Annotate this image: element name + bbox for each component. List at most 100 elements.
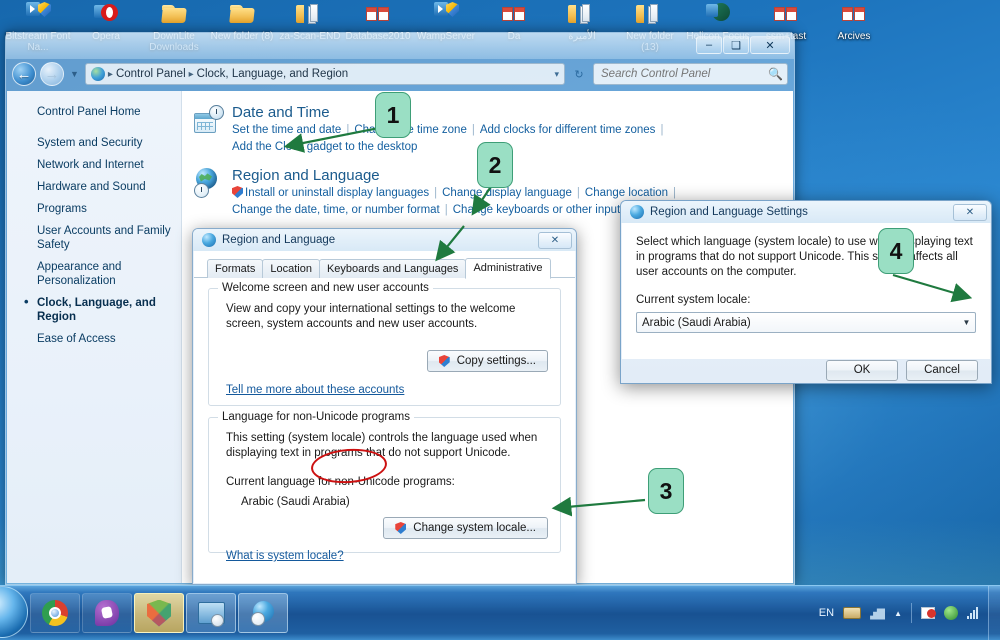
tab-keyboards-and-languages[interactable]: Keyboards and Languages bbox=[318, 259, 467, 278]
forward-button[interactable]: → bbox=[40, 62, 64, 86]
desktop-icon-arcives[interactable]: Arcives bbox=[820, 0, 888, 53]
helicon-shortcut-icon bbox=[684, 1, 752, 31]
change-system-locale-button[interactable]: Change system locale... bbox=[383, 517, 548, 539]
chevron-down-icon[interactable]: ▼ bbox=[958, 313, 975, 332]
maximize-button[interactable]: ❑ bbox=[723, 36, 749, 54]
viber-icon bbox=[95, 600, 119, 626]
close-button[interactable]: ✕ bbox=[750, 36, 790, 54]
welcome-screen-description: View and copy your international setting… bbox=[226, 303, 516, 330]
copy-settings-button[interactable]: Copy settings... bbox=[426, 350, 548, 372]
taskbar-item-control-panel[interactable] bbox=[186, 593, 236, 633]
taskbar-item-viber[interactable] bbox=[82, 593, 132, 633]
tab-formats[interactable]: Formats bbox=[207, 259, 264, 278]
taskbar-item-shield[interactable] bbox=[134, 593, 184, 633]
region-language-icon bbox=[194, 166, 224, 219]
link-divider: | bbox=[660, 124, 664, 136]
documents-icon bbox=[480, 1, 548, 31]
ok-button[interactable]: OK bbox=[826, 359, 898, 381]
settings-dialog-footer: OK Cancel bbox=[622, 358, 990, 382]
refresh-icon[interactable]: ↻ bbox=[569, 64, 589, 84]
region-dialog-body: Formats Location Keyboards and Languages… bbox=[194, 251, 575, 583]
current-system-locale-value: Arabic (Saudi Arabia) bbox=[642, 316, 751, 329]
link-set-the-time-and-date[interactable]: Set the time and date bbox=[232, 124, 341, 136]
sidebar-item-ease-of-access[interactable]: Ease of Access bbox=[7, 328, 181, 350]
start-button[interactable] bbox=[0, 586, 28, 638]
search-icon[interactable]: 🔍 bbox=[768, 67, 783, 81]
tell-me-more-link[interactable]: Tell me more about these accounts bbox=[226, 384, 404, 396]
taskbar-item-chrome[interactable] bbox=[30, 593, 80, 633]
chevron-down-icon[interactable]: ▾ bbox=[548, 69, 559, 80]
category-title-region-and-language[interactable]: Region and Language bbox=[232, 166, 380, 185]
tray-divider bbox=[911, 603, 912, 623]
link-divider: | bbox=[346, 124, 350, 136]
region-dialog-titlebar[interactable]: Region and Language ✕ bbox=[193, 229, 576, 251]
settings-dialog-titlebar[interactable]: Region and Language Settings ✕ bbox=[621, 201, 991, 223]
sidebar-item-hardware-and-sound[interactable]: Hardware and Sound bbox=[7, 176, 181, 198]
sidebar-item-clock-language-region[interactable]: Clock, Language, and Region bbox=[7, 292, 181, 328]
search-box[interactable]: 🔍 bbox=[593, 63, 788, 85]
minimize-button[interactable]: – bbox=[696, 36, 722, 54]
group-language-non-unicode: Language for non-Unicode programs This s… bbox=[208, 411, 561, 562]
system-tray: EN ▲ bbox=[819, 586, 988, 640]
uac-shield-icon bbox=[232, 186, 243, 198]
breadcrumb-item-control-panel[interactable]: Control Panel bbox=[116, 68, 186, 80]
link-install-or-uninstall-display-languages[interactable]: Install or uninstall display languages bbox=[245, 187, 429, 199]
antivirus-icon[interactable] bbox=[944, 606, 958, 620]
breadcrumb-item-clock-language-region[interactable]: Clock, Language, and Region bbox=[197, 68, 349, 80]
sidebar-item-system-and-security[interactable]: System and Security bbox=[7, 132, 181, 154]
what-is-system-locale-link[interactable]: What is system locale? bbox=[226, 550, 344, 562]
flag-icon[interactable] bbox=[921, 607, 936, 619]
show-desktop-button[interactable] bbox=[988, 586, 1000, 640]
keyboard-icon[interactable] bbox=[843, 607, 862, 619]
search-input[interactable] bbox=[601, 68, 769, 80]
sidebar-item-appearance[interactable]: Appearance and Personalization bbox=[7, 256, 181, 292]
chrome-icon bbox=[42, 600, 68, 626]
group-label-welcome-screen: Welcome screen and new user accounts bbox=[218, 282, 433, 294]
uac-shield-icon bbox=[395, 522, 407, 534]
tab-location[interactable]: Location bbox=[262, 259, 320, 278]
sidebar-item-network-and-internet[interactable]: Network and Internet bbox=[7, 154, 181, 176]
tab-administrative[interactable]: Administrative bbox=[465, 258, 551, 279]
link-divider: | bbox=[434, 187, 438, 199]
region-dialog-content: Welcome screen and new user accounts Vie… bbox=[194, 278, 575, 562]
current-system-locale-combo[interactable]: Arabic (Saudi Arabia) ▼ bbox=[636, 312, 976, 333]
folder-pages-icon bbox=[276, 1, 344, 31]
settings-dialog-close-button[interactable]: ✕ bbox=[953, 203, 987, 221]
category-title-date-and-time[interactable]: Date and Time bbox=[232, 103, 330, 122]
network-icon[interactable] bbox=[870, 607, 885, 620]
link-change-display-language[interactable]: Change display language bbox=[442, 187, 572, 199]
settings-dialog-title: Region and Language Settings bbox=[650, 206, 808, 218]
taskbar: EN ▲ bbox=[0, 585, 1000, 640]
documents-icon bbox=[344, 1, 412, 31]
link-change-date-time-number-format[interactable]: Change the date, time, or number format bbox=[232, 204, 440, 216]
date-time-icon bbox=[194, 103, 224, 156]
signal-icon[interactable] bbox=[967, 607, 978, 619]
region-and-language-dialog: Region and Language ✕ Formats Location K… bbox=[192, 228, 577, 585]
documents-icon bbox=[820, 1, 888, 31]
group-welcome-screen: Welcome screen and new user accounts Vie… bbox=[208, 282, 561, 406]
link-divider: | bbox=[444, 204, 448, 216]
current-language-value: Arabic (Saudi Arabia) bbox=[241, 496, 350, 508]
recent-pages-dropdown-icon[interactable]: ▼ bbox=[68, 69, 81, 79]
folder-icon bbox=[140, 1, 208, 31]
taskbar-item-region-language[interactable] bbox=[238, 593, 288, 633]
settings-dialog-body: Select which language (system locale) to… bbox=[622, 223, 990, 359]
settings-dialog-icon bbox=[630, 205, 644, 219]
control-panel-titlebar[interactable]: – ❑ ✕ bbox=[6, 33, 794, 59]
language-indicator[interactable]: EN bbox=[819, 607, 834, 619]
folder-pages-icon bbox=[548, 1, 616, 31]
breadcrumb[interactable]: ▸ Control Panel ▸ Clock, Language, and R… bbox=[84, 63, 565, 85]
show-hidden-icons-button[interactable]: ▲ bbox=[894, 609, 902, 618]
back-button[interactable]: ← bbox=[12, 62, 36, 86]
cancel-button[interactable]: Cancel bbox=[906, 359, 978, 381]
control-panel-icon bbox=[90, 67, 105, 81]
region-dialog-close-button[interactable]: ✕ bbox=[538, 231, 572, 249]
sidebar-item-home[interactable]: Control Panel Home bbox=[7, 101, 181, 123]
link-add-clocks-for-different-time-zones[interactable]: Add clocks for different time zones bbox=[480, 124, 656, 136]
link-add-the-clock-gadget[interactable]: Add the Clock gadget to the desktop bbox=[232, 141, 417, 153]
link-change-location[interactable]: Change location bbox=[585, 187, 668, 199]
sidebar-item-programs[interactable]: Programs bbox=[7, 198, 181, 220]
sidebar-item-user-accounts[interactable]: User Accounts and Family Safety bbox=[7, 220, 181, 256]
non-unicode-description: This setting (system locale) controls th… bbox=[226, 432, 538, 459]
folder-pages-icon bbox=[616, 1, 684, 31]
